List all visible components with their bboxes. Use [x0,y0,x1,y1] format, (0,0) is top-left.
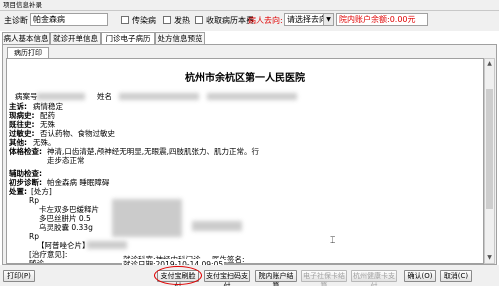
redacted-special [87,241,127,249]
advice-label: [治疗意见]: [29,250,68,259]
complaint-label: 主诉: [9,102,27,111]
scroll-up-icon[interactable]: ▲ [485,59,494,69]
social-card-settle-button[interactable]: 电子社保卡结算 [301,270,347,286]
exam-label: 体格检查: [9,147,42,156]
exam-value-cont: 走步态正常 [47,156,85,165]
tab-visit-orders[interactable]: 就诊开单信息 [50,32,101,44]
mouse-cursor-icon: ⌶ [330,236,336,246]
name-label: 姓名 [97,92,112,101]
drug-1: 卡左双多巴缓释片 [39,205,99,214]
record-no-label: 病案号 [15,92,38,101]
record-fee-label: 收取病历本费 [206,16,254,25]
window-title: 项目信息补录 [0,0,499,11]
exam-value: 神清,口齿清楚,颅神经无明显,无眼震,四肢肌张力、肌力正常。行 [47,147,260,156]
followup-text: 随诊 [29,259,44,264]
chevron-down-icon[interactable]: ▼ [323,14,333,25]
destination-label: 病人去向: [248,16,283,25]
hospital-account-settle-button[interactable]: 院内账户结算 [255,270,297,286]
redacted-info [207,93,297,100]
infectious-label: 传染病 [132,16,156,25]
redacted-dosage-2 [192,221,242,231]
hospital-name: 杭州市余杭区第一人民医院 [185,73,305,84]
destination-value: 请选择去向 [287,15,327,24]
diagnosis-row: 主诊断 帕金森病 传染病 发热 收取病历本费 病人去向: 请选择去向 ▼ 院内账… [0,11,499,31]
redacted-dosage [112,199,182,237]
scroll-down-icon[interactable]: ▼ [485,253,494,263]
vertical-scrollbar[interactable]: ▲ ▼ [484,58,495,264]
infectious-checkbox[interactable] [121,16,129,24]
fever-label: 发热 [174,16,190,25]
emr-panel: 病历打印 杭州市余杭区第一人民医院 病案号 姓名 主诉: 病情稳定 现病史: 配… [2,44,497,265]
present-history-value: 配药 [40,111,55,120]
treatment-label: 处置: [9,187,27,196]
aux-exam-label: 辅助检查: [9,169,42,178]
rp-label-2: Rp [29,232,39,241]
annotation-circle [154,266,202,285]
scroll-thumb[interactable] [486,89,493,209]
allergy-label: 过敏史: [9,129,35,138]
confirm-button[interactable]: 确认(O) [404,270,436,282]
subtab-record-print[interactable]: 病历打印 [7,47,49,58]
diagnosis-field[interactable]: 帕金森病 [30,13,108,26]
diagnosis-label: 主诊断 [4,16,28,25]
balance-field: 院内账户余额:0.00元 [336,13,428,26]
medical-record-document: 杭州市余杭区第一人民医院 病案号 姓名 主诉: 病情稳定 现病史: 配药 既往史… [6,58,484,264]
drug-3: 乌灵胶囊 0.33g [39,223,93,232]
cancel-button[interactable]: 取消(C) [440,270,472,282]
other-value: 无殊。 [33,138,56,147]
health-card-pay-button[interactable]: 杭州健康卡支付 [351,270,397,286]
past-history-value: 无殊 [40,120,55,129]
past-history-label: 既往史: [9,120,35,129]
print-button[interactable]: 打印(P) [3,270,35,282]
special-drug: 【阿普唑仑片】 [37,241,90,250]
drug-2: 多巴丝肼片 0.5 [39,214,91,223]
tab-prescription-preview[interactable]: 处方信息预览 [155,32,205,44]
complaint-value: 病情稳定 [33,102,63,111]
fever-checkbox[interactable] [163,16,171,24]
allergy-value: 否认药物、食物过敏史 [40,129,115,138]
prelim-diagnosis-value: 帕金森病 睡眠障碍 [47,178,110,187]
present-history-label: 现病史: [9,111,35,120]
prelim-diagnosis-label: 初步诊断: [9,178,42,187]
redacted-record-no [37,93,85,100]
treatment-value: [处方] [31,187,52,196]
alipay-scan-pay-button[interactable]: 支付宝扫码支付 [204,270,250,286]
record-fee-checkbox[interactable] [195,16,203,24]
destination-select[interactable]: 请选择去向 ▼ [284,13,334,26]
action-bar: 打印(P) 支付宝刷脸付 支付宝扫码支付 院内账户结算 电子社保卡结算 杭州健康… [0,265,499,286]
redacted-name [119,93,199,100]
rp-label: Rp [29,196,39,205]
other-label: 其他: [9,138,27,147]
tab-patient-info[interactable]: 病人基本信息 [2,32,50,44]
